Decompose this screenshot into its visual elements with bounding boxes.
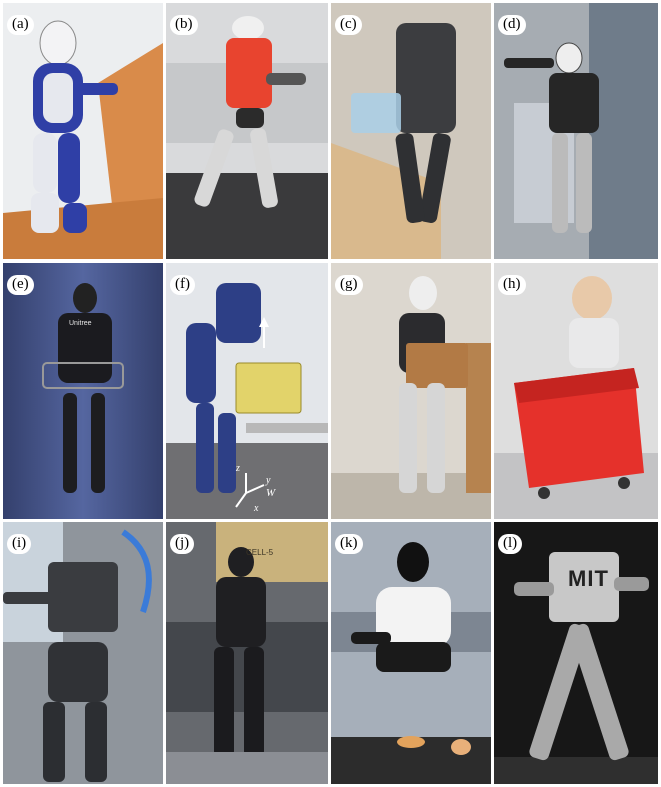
panel-j-label: (j) — [170, 534, 195, 554]
panel-f-axis-z: z — [236, 463, 240, 474]
panel-l-photo — [494, 522, 658, 784]
panel-a-photo — [3, 3, 163, 259]
panel-k-label: (k) — [335, 534, 363, 554]
panel-j-photo — [166, 522, 328, 784]
panel-i: (i) — [3, 522, 163, 784]
panel-c-label: (c) — [335, 15, 362, 35]
panel-e-label: (e) — [7, 275, 34, 295]
panel-h-photo — [494, 263, 658, 519]
panel-h: (h) — [494, 263, 658, 519]
panel-k-photo — [331, 522, 491, 784]
panel-f-frame-symbol: W — [266, 487, 276, 499]
panel-i-label: (i) — [7, 534, 32, 554]
panel-d: (d) — [494, 3, 658, 259]
panel-a: (a) — [3, 3, 163, 259]
panel-b-photo — [166, 3, 328, 259]
panel-a-label: (a) — [7, 15, 34, 35]
panel-i-photo — [3, 522, 163, 784]
panel-b-label: (b) — [170, 15, 198, 35]
panel-l-logo-text: MIT — [568, 566, 609, 591]
panel-f-axis-x: x — [254, 503, 259, 514]
panel-g-label: (g) — [335, 275, 363, 295]
panel-b: (b) — [166, 3, 328, 259]
robot-photo-grid: (a) (b) (c) (d) Unitree (e) z y x W (f) … — [0, 0, 661, 787]
panel-f-label: (f) — [170, 275, 195, 295]
panel-j-sign-text: CELL-5 — [246, 548, 274, 557]
panel-e: Unitree (e) — [3, 263, 163, 519]
panel-f: z y x W (f) — [166, 263, 328, 519]
panel-j: CELL-5 (j) — [166, 522, 328, 784]
panel-c: (c) — [331, 3, 491, 259]
panel-h-label: (h) — [498, 275, 526, 295]
panel-k: (k) — [331, 522, 491, 784]
panel-e-photo — [3, 263, 163, 519]
panel-c-photo — [331, 3, 491, 259]
panel-g-photo — [331, 263, 491, 519]
panel-g: (g) — [331, 263, 491, 519]
panel-f-axis-y: y — [266, 475, 271, 486]
panel-f-photo — [166, 263, 328, 519]
panel-l-label: (l) — [498, 534, 523, 554]
panel-e-shirt-text: Unitree — [69, 320, 92, 327]
panel-d-photo — [494, 3, 658, 259]
panel-d-label: (d) — [498, 15, 526, 35]
panel-l: MIT (l) — [494, 522, 658, 784]
